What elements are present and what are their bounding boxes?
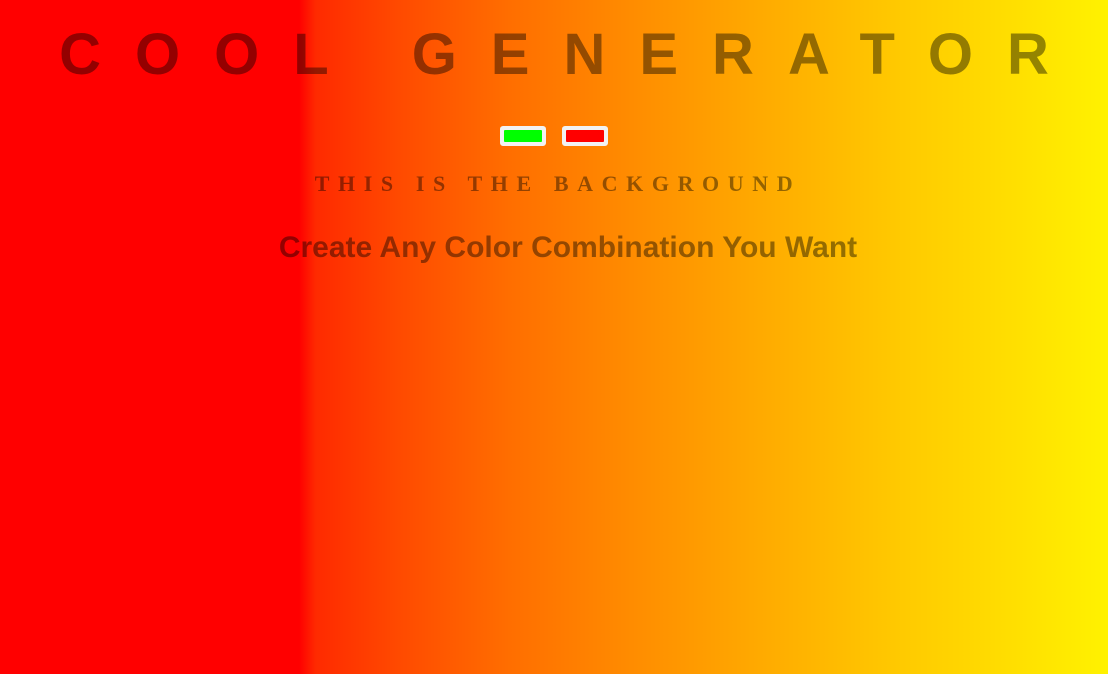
color2-picker[interactable] <box>562 126 608 146</box>
color1-swatch <box>504 130 542 142</box>
page: COOL GENERATOR THIS IS THE BACKGROUND Cr… <box>0 0 1108 674</box>
subtitle: Create Any Color Combination You Want <box>278 231 858 264</box>
color1-picker[interactable] <box>500 126 546 146</box>
background-label: THIS IS THE BACKGROUND <box>314 171 802 196</box>
page-title: COOL GENERATOR <box>59 22 1083 87</box>
color2-swatch <box>566 130 604 142</box>
color-pickers <box>0 126 1108 146</box>
